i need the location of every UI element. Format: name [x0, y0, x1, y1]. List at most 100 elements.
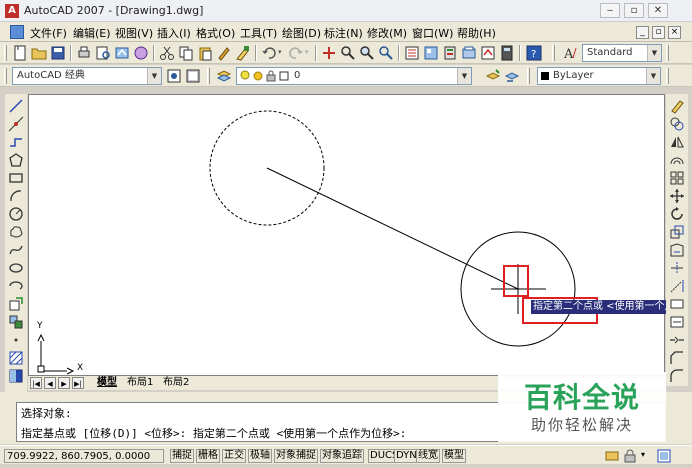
- copy-object-icon[interactable]: [669, 116, 685, 132]
- chevron-down-icon[interactable]: ▼: [646, 68, 660, 84]
- snap-toggle[interactable]: 捕捉: [170, 449, 194, 463]
- zoom-window-icon[interactable]: [359, 45, 375, 61]
- communication-center-icon[interactable]: [604, 448, 620, 464]
- drawing-svg[interactable]: [29, 95, 665, 376]
- line-tool-icon[interactable]: [8, 98, 24, 114]
- last-tab-icon[interactable]: ▶|: [72, 377, 84, 389]
- revision-cloud-icon[interactable]: [8, 224, 24, 240]
- match-properties-icon[interactable]: [216, 45, 232, 61]
- menu-window[interactable]: 窗口(W): [412, 25, 453, 41]
- menu-format[interactable]: 格式(O): [196, 25, 235, 41]
- lock-toolbar-icon[interactable]: [622, 448, 638, 464]
- circle-tool-icon[interactable]: [8, 206, 24, 222]
- text-style-select[interactable]: Standard ▼: [582, 44, 662, 62]
- menu-draw[interactable]: 绘图(D): [282, 25, 321, 41]
- copy-icon[interactable]: [178, 45, 194, 61]
- toolbar-grip[interactable]: [666, 68, 669, 84]
- lock-icon[interactable]: [265, 70, 277, 82]
- layer-manager-icon[interactable]: [216, 68, 232, 84]
- toolbar-grip[interactable]: [207, 68, 210, 84]
- rotate-icon[interactable]: [669, 206, 685, 222]
- scale-icon[interactable]: [669, 224, 685, 240]
- construction-line-icon[interactable]: [8, 116, 24, 132]
- fillet-icon[interactable]: [669, 368, 685, 384]
- chamfer-icon[interactable]: [669, 350, 685, 366]
- toolbar-grip[interactable]: [527, 68, 530, 84]
- mdi-restore-button[interactable]: ▫: [652, 26, 665, 39]
- break-at-point-icon[interactable]: [669, 296, 685, 312]
- menu-edit[interactable]: 编辑(E): [73, 25, 111, 41]
- model-toggle[interactable]: 模型: [442, 449, 466, 463]
- restore-button[interactable]: ▫: [624, 3, 644, 18]
- insert-block-icon[interactable]: [8, 296, 24, 312]
- document-icon[interactable]: [10, 25, 24, 39]
- mirror-icon[interactable]: [669, 134, 685, 150]
- layer-previous-icon[interactable]: [504, 68, 520, 84]
- toolbar-grip[interactable]: [552, 45, 555, 61]
- workspace-save-icon[interactable]: [185, 68, 201, 84]
- make-block-icon[interactable]: [8, 314, 24, 330]
- menu-file[interactable]: 文件(F): [30, 25, 67, 41]
- toolbar-grip[interactable]: [666, 45, 669, 61]
- gradient-icon[interactable]: [8, 368, 24, 384]
- menu-help[interactable]: 帮助(H): [457, 25, 496, 41]
- print-icon[interactable]: [76, 45, 92, 61]
- color-select[interactable]: ByLayer ▼: [537, 67, 661, 85]
- tab-layout1[interactable]: 布局1: [124, 376, 156, 390]
- ellipse-icon[interactable]: [8, 260, 24, 276]
- 3d-dwf-icon[interactable]: [133, 45, 149, 61]
- workspace-select[interactable]: AutoCAD 经典 ▼: [12, 67, 162, 85]
- mdi-close-button[interactable]: ×: [668, 26, 681, 39]
- tab-model[interactable]: 模型: [94, 376, 120, 390]
- extend-icon[interactable]: [669, 278, 685, 294]
- zoom-previous-icon[interactable]: [378, 45, 394, 61]
- offset-icon[interactable]: [669, 152, 685, 168]
- paste-icon[interactable]: [197, 45, 213, 61]
- grid-toggle[interactable]: 栅格: [196, 449, 220, 463]
- clean-screen-icon[interactable]: [656, 448, 672, 464]
- break-icon[interactable]: [669, 314, 685, 330]
- lineweight-toggle[interactable]: 线宽: [416, 449, 440, 463]
- mdi-minimize-button[interactable]: _: [636, 26, 649, 39]
- toolbar-grip[interactable]: [4, 68, 7, 84]
- text-style-icon[interactable]: A: [562, 45, 578, 61]
- first-tab-icon[interactable]: |◀: [30, 377, 42, 389]
- status-menu-chevron-icon[interactable]: ▾: [641, 450, 645, 459]
- new-file-icon[interactable]: [12, 45, 28, 61]
- autocad-app-icon[interactable]: A: [5, 4, 19, 18]
- menu-modify[interactable]: 修改(M): [367, 25, 407, 41]
- redo-icon[interactable]: [288, 45, 304, 61]
- publish-icon[interactable]: [114, 45, 130, 61]
- quickcalc-icon[interactable]: [499, 45, 515, 61]
- make-layer-current-icon[interactable]: [485, 68, 501, 84]
- move-icon[interactable]: [669, 188, 685, 204]
- toolbar-grip[interactable]: [4, 45, 7, 61]
- spline-icon[interactable]: [8, 242, 24, 258]
- sun-icon[interactable]: [252, 70, 264, 82]
- sheet-set-manager-icon[interactable]: [461, 45, 477, 61]
- design-center-icon[interactable]: [423, 45, 439, 61]
- zoom-realtime-icon[interactable]: [340, 45, 356, 61]
- plot-preview-icon[interactable]: [95, 45, 111, 61]
- lightbulb-icon[interactable]: [239, 70, 251, 82]
- undo-icon[interactable]: [261, 45, 277, 61]
- stretch-icon[interactable]: [669, 242, 685, 258]
- save-icon[interactable]: [50, 45, 66, 61]
- layer-color-icon[interactable]: [278, 70, 290, 82]
- markup-set-manager-icon[interactable]: [480, 45, 496, 61]
- hatch-icon[interactable]: [8, 350, 24, 366]
- chevron-down-icon[interactable]: ▼: [457, 68, 471, 84]
- tool-palettes-icon[interactable]: [442, 45, 458, 61]
- undo-dropdown-icon[interactable]: ▾: [278, 48, 282, 56]
- ortho-toggle[interactable]: 正交: [222, 449, 246, 463]
- cut-icon[interactable]: [159, 45, 175, 61]
- displacement-line[interactable]: [266, 167, 519, 290]
- polyline-icon[interactable]: [8, 134, 24, 150]
- pan-icon[interactable]: [321, 45, 337, 61]
- prev-tab-icon[interactable]: ◀: [44, 377, 56, 389]
- menu-dimension[interactable]: 标注(N): [324, 25, 363, 41]
- block-editor-icon[interactable]: [235, 45, 251, 61]
- next-tab-icon[interactable]: ▶: [58, 377, 70, 389]
- erase-icon[interactable]: [669, 98, 685, 114]
- workspace-settings-icon[interactable]: [166, 68, 182, 84]
